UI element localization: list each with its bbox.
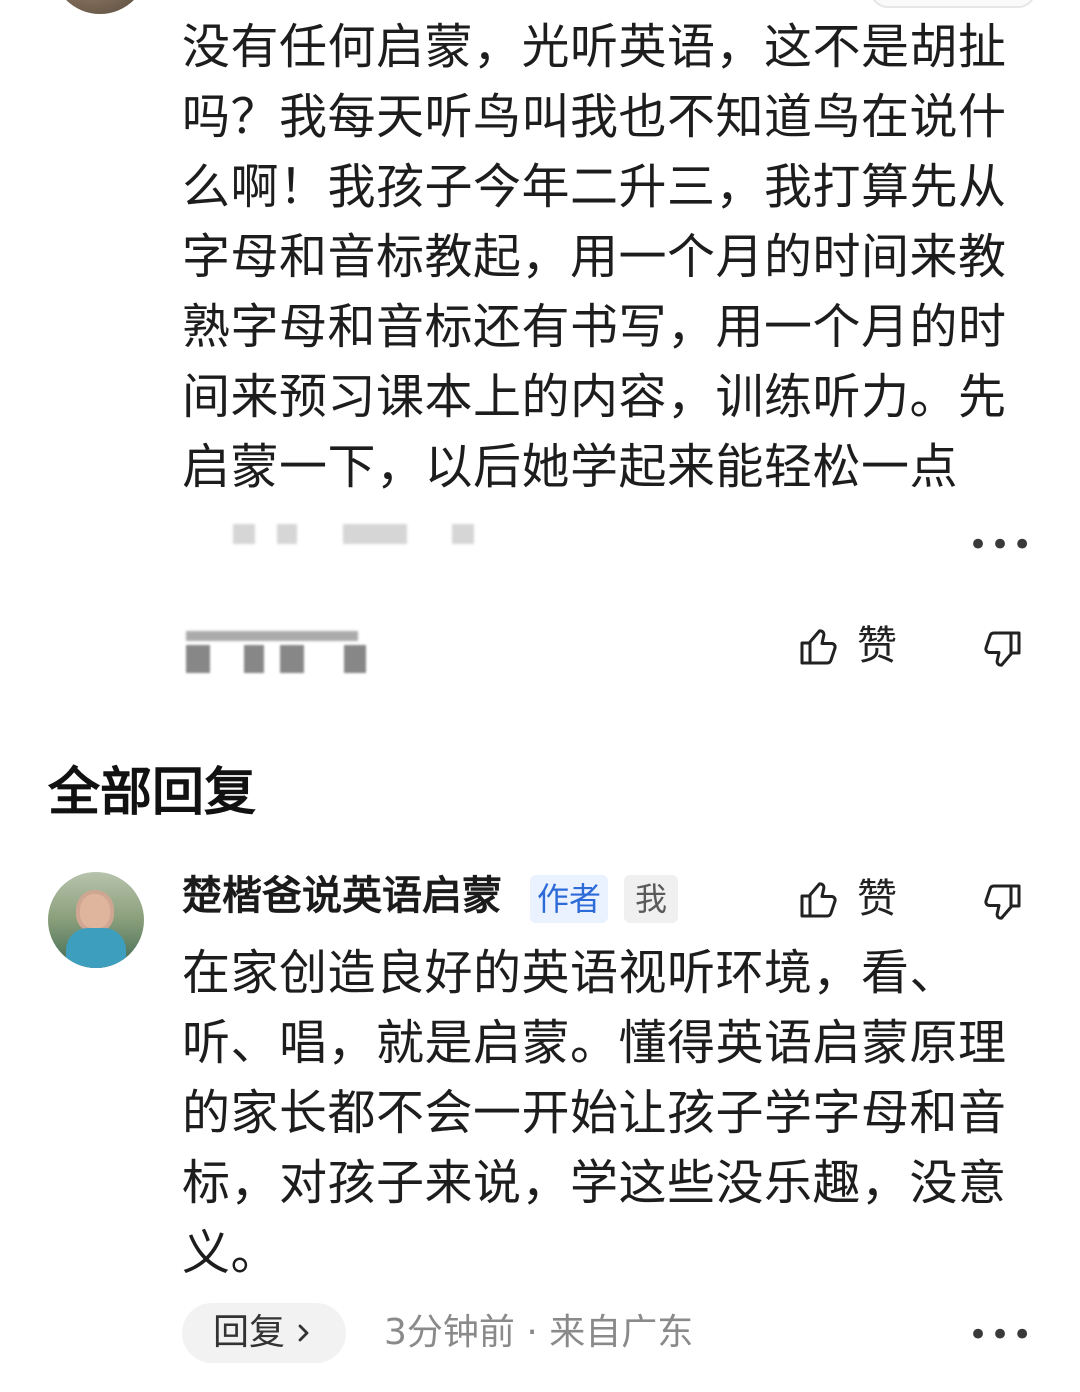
reply-dislike-icon[interactable]	[980, 881, 1024, 925]
all-replies-title: 全部回复	[48, 763, 257, 823]
blurred-comment-meta	[205, 514, 495, 552]
reply-like-button[interactable]: 赞	[797, 877, 897, 921]
reply-author-avatar[interactable]	[48, 872, 144, 968]
reply-author-name[interactable]: 楚楷爸说英语启蒙	[182, 874, 502, 918]
commenter-avatar[interactable]	[52, 0, 148, 14]
reply-button-label: 回复	[212, 1312, 285, 1353]
me-badge: 我	[624, 875, 678, 923]
top-action-pill[interactable]	[870, 0, 1036, 8]
author-badge: 作者	[530, 875, 608, 923]
reply-text: 在家创造良好的英语视听环境，看、听、唱，就是启蒙。懂得英语启蒙原理的家长都不会一…	[182, 945, 1007, 1281]
thumbs-up-icon	[800, 629, 837, 665]
top-like-button[interactable]: 赞	[797, 624, 897, 668]
chevron-right-icon	[298, 1324, 309, 1342]
thumbs-up-icon	[800, 882, 837, 918]
reply-more-button[interactable]: •••	[968, 1318, 1034, 1352]
top-dislike-icon[interactable]	[980, 628, 1024, 672]
reply-button[interactable]: 回复	[182, 1303, 346, 1363]
top-like-label: 赞	[857, 623, 897, 669]
reply-like-label: 赞	[857, 876, 897, 922]
reply-time-location: 3分钟前 · 来自广东	[384, 1312, 694, 1353]
main-comment-text: 没有任何启蒙，光听英语，这不是胡扯吗？我每天听鸟叫我也不知道鸟在说什么啊！我孩子…	[182, 19, 1007, 495]
blurred-reply-summary	[186, 627, 376, 677]
top-comment-more-button[interactable]: •••	[968, 528, 1034, 562]
